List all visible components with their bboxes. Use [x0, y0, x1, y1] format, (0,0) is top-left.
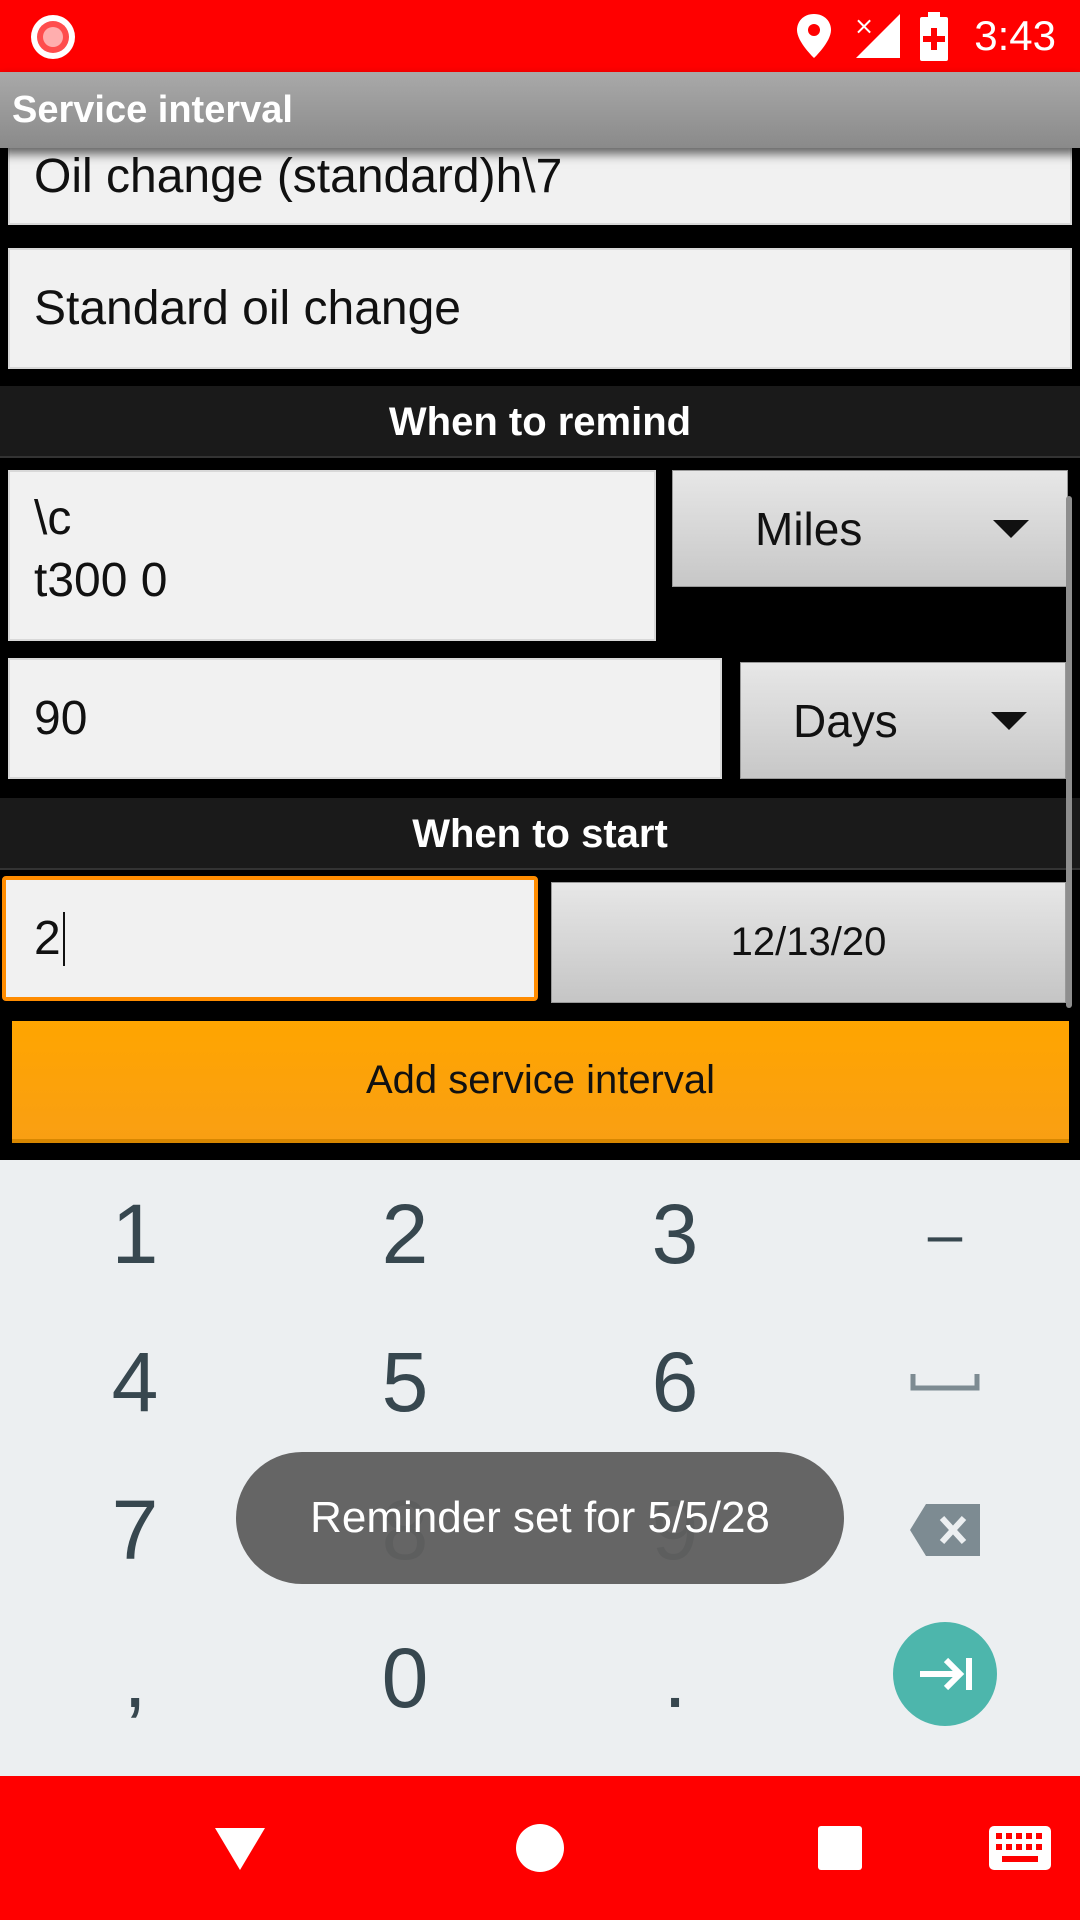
page-title: Service interval — [12, 89, 293, 131]
distance-interval-field[interactable]: \c t300 0 — [8, 470, 656, 641]
add-service-interval-button[interactable]: Add service interval — [12, 1021, 1069, 1143]
start-section-header: When to start — [0, 798, 1080, 870]
recents-icon — [818, 1826, 862, 1870]
home-button[interactable] — [480, 1776, 600, 1920]
time-interval-field[interactable]: 90 — [8, 658, 722, 779]
toast-message: Reminder set for 5/5/28 — [236, 1452, 844, 1584]
backspace-icon — [910, 1504, 980, 1556]
key-0[interactable]: 0 — [270, 1604, 540, 1752]
location-pin-icon — [797, 14, 831, 58]
key-period[interactable]: . — [540, 1604, 810, 1752]
key-1[interactable]: 1 — [0, 1160, 270, 1308]
start-value-text: 2 — [34, 912, 61, 965]
time-unit-label: Days — [793, 694, 898, 747]
space-icon — [910, 1374, 980, 1391]
text-cursor — [62, 911, 65, 966]
key-5[interactable]: 5 — [270, 1308, 540, 1456]
keyboard-icon — [989, 1826, 1051, 1870]
battery-charging-icon — [920, 12, 948, 61]
status-time: 3:43 — [974, 12, 1056, 59]
enter-button[interactable] — [893, 1622, 997, 1726]
recents-button[interactable] — [780, 1776, 900, 1920]
tab-next-icon — [920, 1657, 972, 1691]
key-comma[interactable]: , — [0, 1604, 270, 1752]
start-value-field[interactable]: 2 — [2, 876, 538, 1001]
svg-text:×: × — [854, 12, 874, 40]
chevron-down-icon — [991, 711, 1027, 730]
app-bar: Service interval — [0, 72, 1080, 148]
distance-unit-dropdown[interactable]: Miles — [672, 470, 1068, 587]
start-date-button[interactable]: 12/13/20 — [551, 882, 1066, 1003]
remind-section-header: When to remind — [0, 386, 1080, 458]
key-enter[interactable] — [810, 1600, 1080, 1748]
key-7[interactable]: 7 — [0, 1456, 270, 1604]
scrollbar[interactable] — [1066, 496, 1072, 1008]
navigation-bar — [0, 1776, 1080, 1920]
key-backspace[interactable] — [810, 1456, 1080, 1604]
time-unit-dropdown[interactable]: Days — [740, 662, 1066, 779]
screen-record-icon — [31, 15, 75, 59]
status-bar: × 3:43 — [0, 0, 1080, 72]
key-space[interactable] — [810, 1308, 1080, 1456]
back-icon — [215, 1828, 265, 1870]
key-2[interactable]: 2 — [270, 1160, 540, 1308]
service-description-field[interactable]: Standard oil change — [8, 248, 1072, 369]
back-button[interactable] — [180, 1776, 300, 1920]
no-signal-icon: × — [854, 12, 900, 58]
distance-unit-label: Miles — [755, 502, 863, 555]
keyboard-switch-button[interactable] — [960, 1776, 1080, 1920]
chevron-down-icon — [993, 519, 1029, 538]
key-4[interactable]: 4 — [0, 1308, 270, 1456]
key-6[interactable]: 6 — [540, 1308, 810, 1456]
key-3[interactable]: 3 — [540, 1160, 810, 1308]
home-icon — [516, 1824, 564, 1872]
key-minus[interactable]: – — [810, 1160, 1080, 1308]
